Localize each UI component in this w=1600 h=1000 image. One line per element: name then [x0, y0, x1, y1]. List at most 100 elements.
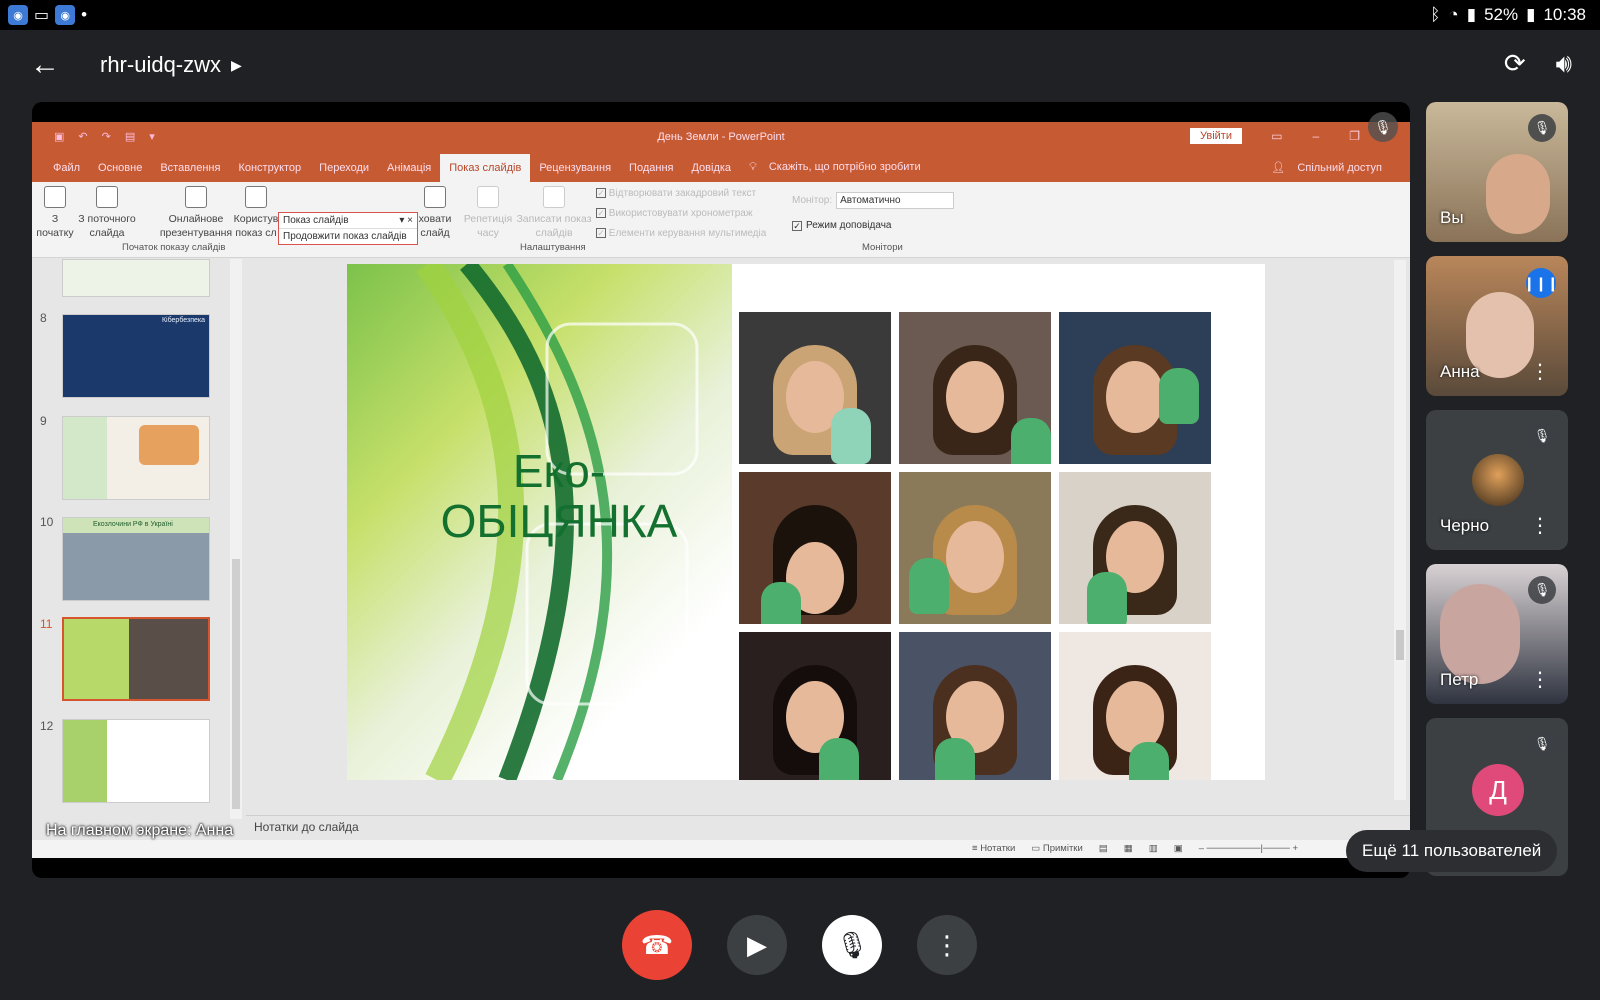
- participant-photo: [739, 472, 891, 624]
- undo-icon[interactable]: ↶: [78, 130, 87, 143]
- caret-right-icon: ▶: [231, 56, 242, 73]
- notes-toggle-label: Нотатки: [980, 843, 1016, 854]
- back-arrow-icon[interactable]: ←: [30, 50, 60, 80]
- thumbnails-scrollbar[interactable]: [230, 259, 242, 819]
- participant-photo: [1059, 472, 1211, 624]
- participant-tile-cherno[interactable]: 🎙︎ Черно ⋮: [1426, 410, 1568, 550]
- slide-thumbnail[interactable]: [62, 416, 210, 500]
- monitor-select[interactable]: Автоматично: [836, 192, 955, 209]
- share-button[interactable]: 👤︎ Спільний доступ: [1262, 161, 1400, 182]
- mute-button[interactable]: 🎙︎: [822, 915, 882, 975]
- tab-view[interactable]: Подання: [620, 162, 682, 182]
- tab-slideshow[interactable]: Показ слайдів: [440, 154, 531, 182]
- group-monitors-label: Монітори: [862, 242, 903, 253]
- end-call-button[interactable]: ☎︎: [622, 910, 692, 980]
- participant-name: Черно: [1440, 516, 1490, 535]
- switch-camera-icon[interactable]: ⟳: [1504, 48, 1526, 80]
- dropdown-header[interactable]: Показ слайдів ▾ ×: [279, 213, 417, 229]
- current-slide[interactable]: Еко-ОБІЦЯНКА: [347, 264, 1265, 780]
- more-users-button[interactable]: Ещё 11 пользователей: [1346, 830, 1558, 872]
- thumb-caption: Кібербезпека: [161, 317, 205, 324]
- camera-button[interactable]: ▶︎: [727, 915, 787, 975]
- monitor-selector: Монітор: Автоматично: [792, 192, 955, 209]
- slide-title: Еко-ОБІЦЯНКА: [440, 445, 678, 547]
- presenter-view-label: Режим доповідача: [806, 220, 892, 231]
- present-icon[interactable]: ▤: [125, 130, 135, 143]
- slide-thumbnail-selected[interactable]: [62, 617, 210, 701]
- participant-tile-self[interactable]: 🎙︎ Вы: [1426, 102, 1568, 242]
- tab-help[interactable]: Довідка: [682, 162, 740, 182]
- notes-toggle[interactable]: ≡ Нотатки: [972, 843, 1015, 854]
- present-online-button[interactable]: Онлайнове презентування: [156, 186, 236, 240]
- record-button[interactable]: Записати показ слайдів: [516, 186, 592, 240]
- zoom-slider[interactable]: – ────────|──── +: [1199, 843, 1298, 854]
- more-options-icon[interactable]: ⋮: [1530, 670, 1550, 690]
- rehearse-button[interactable]: Репетиція часу: [462, 186, 514, 240]
- reading-view-icon[interactable]: ▥: [1149, 843, 1158, 854]
- mic-off-icon: 🎙︎: [1528, 576, 1556, 604]
- tab-file[interactable]: Файл: [44, 162, 89, 182]
- speaker-icon[interactable]: 🔊︎: [1556, 48, 1572, 80]
- ribbon-display-icon[interactable]: ▭: [1271, 129, 1282, 143]
- mic-off-icon: 🎙︎: [1528, 730, 1556, 758]
- tab-review[interactable]: Рецензування: [530, 162, 620, 182]
- from-start-label: З початку: [36, 213, 74, 239]
- tab-insert[interactable]: Вставлення: [151, 162, 229, 182]
- more-options-icon[interactable]: ⋮: [1530, 516, 1550, 536]
- narrations-label: Відтворювати закадровий текст: [608, 188, 757, 199]
- timings-checkbox[interactable]: ✓ Використовувати хронометраж: [596, 208, 753, 219]
- avatar: [1472, 454, 1524, 506]
- mic-off-icon: 🎙︎: [835, 929, 869, 960]
- participant-name: Петр: [1440, 670, 1479, 689]
- slide-scroll-thumb[interactable]: [1396, 630, 1404, 660]
- media-controls-checkbox[interactable]: ✓ Елементи керування мультимедіа: [596, 228, 766, 239]
- tab-home[interactable]: Основне: [89, 162, 151, 182]
- from-current-label: З поточного слайда: [78, 213, 136, 239]
- slideshow-view-icon[interactable]: ▣: [1174, 843, 1183, 854]
- custom-show-dropdown: Показ слайдів ▾ × Продовжити показ слайді…: [278, 212, 418, 245]
- participant-video: [1440, 584, 1520, 684]
- video-camera-icon: ▶︎: [747, 929, 767, 960]
- narrations-checkbox[interactable]: ✓ Відтворювати закадровий текст: [596, 188, 756, 199]
- thumbnails-scroll-thumb[interactable]: [232, 559, 240, 809]
- tab-design[interactable]: Конструктор: [229, 162, 310, 182]
- call-controls: ☎︎ ▶︎ 🎙︎ ⋮: [0, 910, 1600, 980]
- wifi-icon: ◔: [1448, 5, 1459, 24]
- redo-icon[interactable]: ↷: [102, 130, 111, 143]
- tab-transitions[interactable]: Переходи: [310, 162, 378, 182]
- login-button[interactable]: Увійти: [1190, 128, 1242, 144]
- slide-thumbnail[interactable]: Кібербезпека: [62, 314, 210, 398]
- slide-scrollbar[interactable]: [1394, 260, 1406, 800]
- sorter-view-icon[interactable]: ▦: [1124, 843, 1133, 854]
- presenter-view-checkbox[interactable]: ✓ Режим доповідача: [792, 220, 891, 231]
- custom-show-button[interactable]: Користув показ сл: [230, 186, 282, 240]
- participant-tile-petr[interactable]: 🎙︎ Петр ⋮: [1426, 564, 1568, 704]
- restore-icon[interactable]: ❐: [1349, 129, 1360, 143]
- slide-thumbnail[interactable]: [62, 259, 210, 297]
- save-icon[interactable]: ▣: [54, 130, 64, 143]
- participant-photo: [739, 632, 891, 780]
- comments-toggle[interactable]: ▭ Примітки: [1031, 843, 1083, 854]
- minimize-icon[interactable]: –: [1313, 129, 1320, 143]
- from-start-button[interactable]: З початку: [36, 186, 74, 240]
- close-icon[interactable]: ▾ ×: [399, 215, 413, 226]
- normal-view-icon[interactable]: ▤: [1099, 843, 1108, 854]
- tab-animations[interactable]: Анімація: [378, 162, 440, 182]
- meeting-code-button[interactable]: rhr-uidq-zwx ▶: [100, 52, 242, 78]
- hide-slide-button[interactable]: ховати слайд: [412, 186, 458, 240]
- map-thumb-shape: [139, 425, 199, 465]
- participant-photo: [899, 312, 1051, 464]
- customize-icon[interactable]: ▾: [149, 130, 155, 143]
- notes-pane[interactable]: Нотатки до слайда: [246, 815, 1410, 837]
- participant-tile-anna[interactable]: ❙❙❙ Анна ⋮: [1426, 256, 1568, 396]
- more-options-icon[interactable]: ⋮: [1530, 362, 1550, 382]
- resume-slideshow-item[interactable]: Продовжити показ слайдів: [279, 229, 417, 244]
- more-options-button[interactable]: ⋮: [917, 915, 977, 975]
- tell-me-box[interactable]: 💡︎ Скажіть, що потрібно зробити: [740, 161, 939, 182]
- from-current-button[interactable]: З поточного слайда: [76, 186, 138, 240]
- app-notification-icon: ◉: [8, 5, 28, 25]
- slide-thumbnail[interactable]: Екозлочини РФ в Україні: [62, 517, 210, 601]
- mic-off-icon: 🎙︎: [1528, 114, 1556, 142]
- slide-thumbnail[interactable]: [62, 719, 210, 803]
- slide-number: 8: [40, 311, 47, 325]
